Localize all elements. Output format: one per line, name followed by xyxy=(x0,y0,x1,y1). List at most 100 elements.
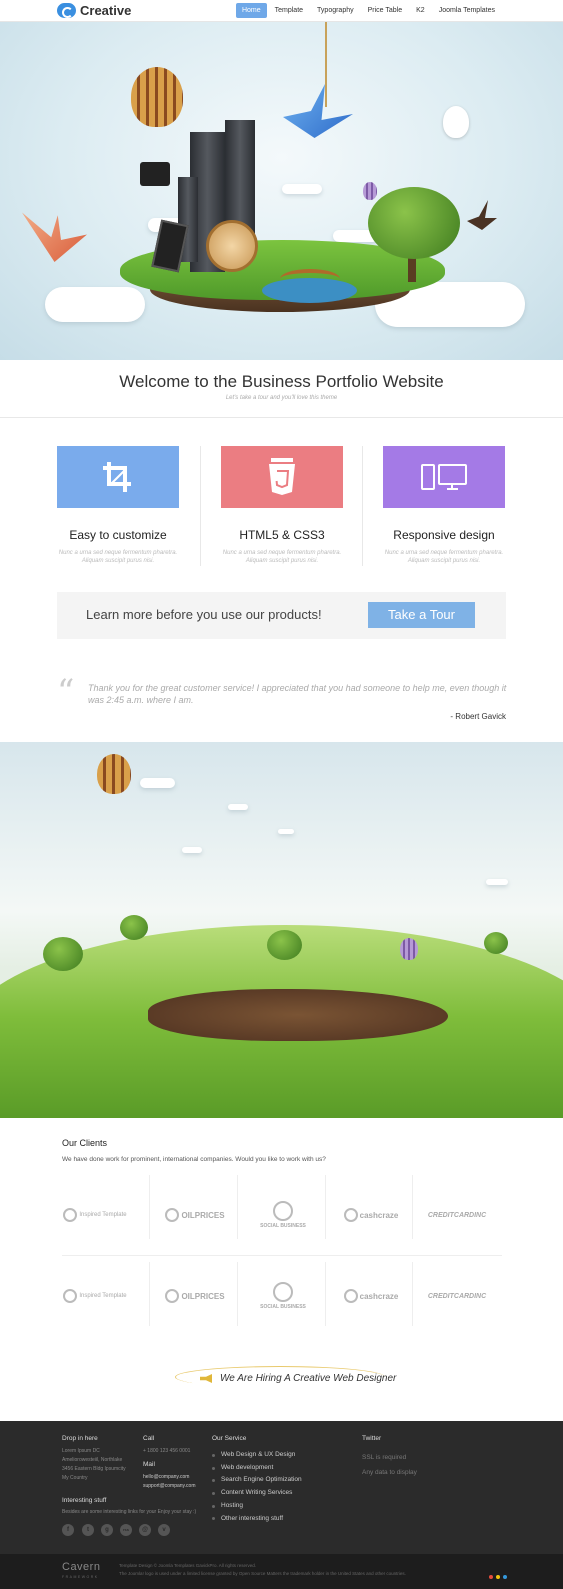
client-logo-inspired-template[interactable]: Inspired Template xyxy=(55,1266,135,1326)
client-logo-icon xyxy=(273,1201,293,1221)
service-label: Content Writing Services xyxy=(221,1489,293,1497)
color-dot-yellow[interactable] xyxy=(496,1575,500,1579)
devices-icon xyxy=(421,464,467,490)
facebook-icon[interactable]: f xyxy=(62,1524,74,1536)
cloud xyxy=(282,184,322,194)
client-divider xyxy=(149,1262,150,1326)
feature-text: Nunc a urna sed neque fermentum pharetra… xyxy=(384,550,504,564)
cloud xyxy=(486,879,508,885)
client-row-divider xyxy=(62,1255,502,1256)
service-label: Hosting xyxy=(221,1501,244,1509)
dark-paper-crane xyxy=(467,200,497,230)
google-icon[interactable]: g xyxy=(101,1524,113,1536)
cloud xyxy=(140,778,175,788)
client-logo-inspired-template[interactable]: Inspired Template xyxy=(55,1185,135,1245)
divider xyxy=(0,417,563,418)
cloud xyxy=(278,829,294,834)
bullet-icon xyxy=(212,1491,215,1495)
quote-icon: “ xyxy=(57,672,75,712)
cloud xyxy=(182,847,202,853)
feature-divider xyxy=(362,446,363,566)
logo[interactable]: Creative xyxy=(57,3,131,18)
cloud xyxy=(228,804,248,810)
client-logo-text: cashcraze xyxy=(359,1210,399,1220)
client-logo-text: cashcraze xyxy=(359,1291,399,1301)
client-logo-icon xyxy=(273,1282,293,1302)
client-logo-icon xyxy=(165,1208,180,1222)
bullet-icon xyxy=(212,1479,215,1483)
client-logo-creditcardinc[interactable]: CREDITCARDINC xyxy=(417,1185,497,1245)
service-label: Web development xyxy=(221,1463,274,1471)
cta-banner: Learn more before you use our products! … xyxy=(57,592,506,639)
twitter-icon[interactable]: t xyxy=(82,1524,94,1536)
service-link[interactable]: Hosting xyxy=(212,1500,302,1513)
vimeo-icon[interactable]: v xyxy=(158,1524,170,1536)
color-dot-red[interactable] xyxy=(489,1575,493,1579)
twitter-line: SSL is required xyxy=(362,1454,407,1461)
email-link[interactable]: hello@company.com xyxy=(143,1473,196,1482)
client-logo-text: Inspired Template xyxy=(79,1212,127,1218)
clock xyxy=(206,220,258,272)
feature-icon-box xyxy=(221,446,343,508)
nav-item-template[interactable]: Template xyxy=(269,3,309,18)
email-link[interactable]: support@company.com xyxy=(143,1482,196,1491)
cavern-logo[interactable]: Cavern xyxy=(62,1561,100,1573)
hiring-link[interactable]: We Are Hiring A Creative Web Designer xyxy=(220,1373,396,1384)
color-dot-blue[interactable] xyxy=(503,1575,507,1579)
footer-drop-title: Drop in here xyxy=(62,1435,98,1442)
bridge xyxy=(280,269,340,289)
rss-icon[interactable]: rss xyxy=(120,1524,132,1536)
client-logo-text: SOCIAL BUSINESS xyxy=(260,1223,306,1229)
tree xyxy=(368,187,460,259)
crop-icon xyxy=(103,462,131,492)
service-link[interactable]: Other interesting stuff xyxy=(212,1513,302,1526)
bullet-icon xyxy=(212,1504,215,1508)
client-logo-social-business[interactable]: SOCIAL BUSINESS xyxy=(243,1185,323,1245)
take-a-tour-button[interactable]: Take a Tour xyxy=(368,602,475,628)
dirt-pit xyxy=(148,989,448,1041)
dribbble-icon[interactable]: @ xyxy=(139,1524,151,1536)
header: Creative Home Template Typography Price … xyxy=(0,0,563,22)
feature-responsive: Responsive design Nunc a urna sed neque … xyxy=(383,446,505,565)
small-balloon xyxy=(363,182,377,200)
service-link[interactable]: Web development xyxy=(212,1462,302,1475)
nav-item-k2[interactable]: K2 xyxy=(410,3,431,18)
client-logo-icon xyxy=(343,1289,358,1303)
nav-item-typography[interactable]: Typography xyxy=(311,3,360,18)
client-logo-text: Inspired Template xyxy=(79,1293,127,1299)
footer-address: Lorem Ipsum DC Ameliorowesteiil, Northla… xyxy=(62,1447,126,1483)
client-logo-oilprices[interactable]: OILPRICES xyxy=(155,1185,235,1245)
nav-item-home[interactable]: Home xyxy=(235,3,267,18)
client-logo-creditcardinc[interactable]: CREDITCARDINC xyxy=(417,1266,497,1326)
style-switcher xyxy=(489,1575,507,1579)
service-link[interactable]: Web Design & UX Design xyxy=(212,1449,302,1462)
client-divider xyxy=(412,1262,413,1326)
welcome-subtitle: Let's take a tour and you'll love this t… xyxy=(225,395,338,401)
welcome-title: Welcome to the Business Portfolio Websit… xyxy=(119,372,444,391)
client-logo-cashcraze[interactable]: cashcraze xyxy=(331,1266,411,1326)
tree xyxy=(484,932,508,954)
hot-air-balloon xyxy=(97,754,131,794)
client-logo-cashcraze[interactable]: cashcraze xyxy=(331,1185,411,1245)
client-divider xyxy=(325,1262,326,1326)
client-logo-oilprices[interactable]: OILPRICES xyxy=(155,1266,235,1326)
testimonial-quote: Thank you for the great customer service… xyxy=(88,683,507,705)
tree xyxy=(120,915,148,940)
client-logo-social-business[interactable]: SOCIAL BUSINESS xyxy=(243,1266,323,1326)
briefcase xyxy=(140,162,170,186)
feature-title: Responsive design xyxy=(393,528,495,542)
bullet-icon xyxy=(212,1466,215,1470)
service-link[interactable]: Search Engine Optimization xyxy=(212,1474,302,1487)
legal-line: Template Design © Joomla Templates Gavic… xyxy=(119,1563,257,1568)
logo-text: Creative xyxy=(80,3,132,18)
client-divider xyxy=(237,1262,238,1326)
client-divider xyxy=(149,1175,150,1239)
nav-item-price-table[interactable]: Price Table xyxy=(362,3,409,18)
client-divider xyxy=(412,1175,413,1239)
feature-title: Easy to customize xyxy=(69,528,167,542)
tree xyxy=(43,937,83,971)
nav-item-joomla-templates[interactable]: Joomla Templates xyxy=(433,3,501,18)
service-link[interactable]: Content Writing Services xyxy=(212,1487,302,1500)
client-logo-text: SOCIAL BUSINESS xyxy=(260,1304,306,1310)
footer-interesting-text: Besides are some interesting links for y… xyxy=(62,1509,197,1515)
